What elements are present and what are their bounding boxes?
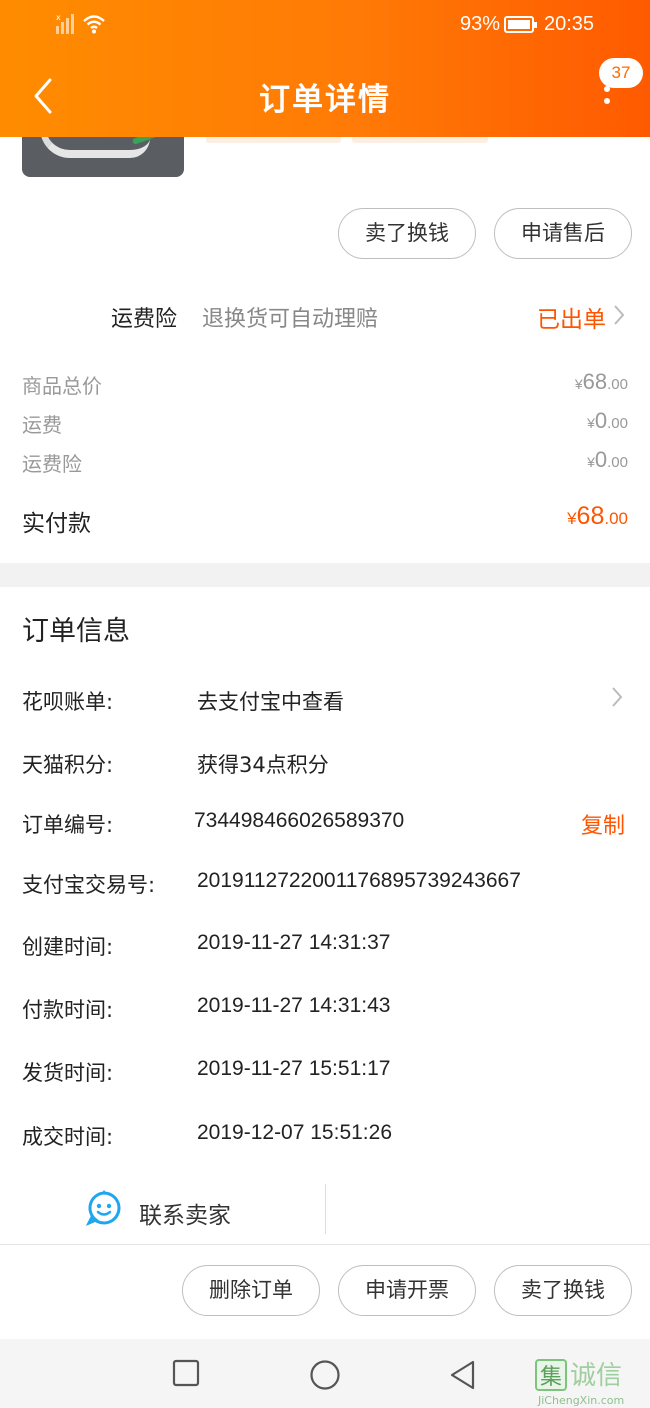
page-title: 订单详情 [259, 82, 391, 118]
goods-total-value: ¥68.00 [574, 369, 628, 394]
order-number-label: 订单编号: [22, 813, 114, 837]
chevron-right-icon [614, 305, 625, 325]
svg-text:x: x [56, 14, 61, 22]
watermark-logo: 集 诚信 JiChengXin.com [535, 1359, 624, 1407]
svg-text:集: 集 [540, 1365, 562, 1390]
order-info-title: 订单信息 [22, 616, 130, 647]
huabei-value[interactable]: 去支付宝中查看 [197, 686, 344, 716]
shipped-time-label: 发货时间: [22, 1061, 114, 1085]
svg-text:JiChengXin.com: JiChengXin.com [537, 1394, 624, 1407]
paid-amount-value: ¥68.00 [567, 502, 628, 530]
message-count-badge: 37 [599, 58, 643, 88]
alipay-trade-value: 2019112722001176895739243667 [197, 869, 521, 892]
alipay-trade-label: 支付宝交易号: [22, 873, 156, 897]
more-menu-button[interactable] [592, 86, 622, 116]
paid-amount-label: 实付款 [22, 511, 91, 537]
shipping-label: 运费 [22, 413, 62, 437]
shipping-insurance-value: ¥0.00 [587, 447, 628, 472]
paid-time-label: 付款时间: [22, 998, 114, 1022]
contact-seller-button[interactable]: 联系卖家 [139, 1196, 231, 1230]
completed-time-value: 2019-12-07 15:51:26 [197, 1121, 392, 1144]
app-header: x 93% 20:35 订单详情 37 [0, 0, 650, 137]
shipping-value: ¥0.00 [587, 408, 628, 433]
battery-icon [504, 16, 537, 33]
insurance-desc: 退换货可自动理赔 [202, 307, 379, 332]
section-divider [0, 563, 650, 587]
created-time-label: 创建时间: [22, 935, 114, 959]
copy-order-number-button[interactable]: 复制 [581, 808, 625, 840]
order-action-bar: 删除订单 申请开票 卖了换钱 [0, 1244, 650, 1339]
status-bar: x 93% 20:35 [0, 0, 650, 50]
home-icon[interactable] [309, 1359, 341, 1391]
points-label: 天猫积分: [22, 753, 114, 777]
shipping-insurance-label: 运费险 [22, 452, 82, 476]
back-nav-icon[interactable] [448, 1359, 476, 1391]
goods-total-label: 商品总价 [22, 374, 102, 398]
insurance-status: 已出单 [537, 307, 606, 333]
wifi-icon [83, 15, 105, 34]
points-value: 获得34点积分 [197, 753, 329, 777]
sell-for-cash-footer-button[interactable]: 卖了换钱 [494, 1265, 632, 1316]
svg-text:诚信: 诚信 [570, 1361, 622, 1391]
signal-icon: x [56, 14, 74, 34]
huabei-label: 花呗账单: [22, 690, 114, 714]
battery-percent: 93% [460, 13, 501, 35]
paid-time-value: 2019-11-27 14:31:43 [197, 994, 391, 1017]
completed-time-label: 成交时间: [22, 1125, 114, 1149]
after-sale-button[interactable]: 申请售后 [494, 208, 632, 259]
sell-for-cash-button[interactable]: 卖了换钱 [338, 208, 476, 259]
status-clock: 20:35 [544, 13, 595, 35]
order-number-value: 734498466026589370 [194, 809, 405, 832]
delete-order-button[interactable]: 删除订单 [182, 1265, 320, 1316]
insurance-label: 运费险 [111, 307, 178, 332]
contact-seller-bar: 联系卖家 [0, 1180, 650, 1244]
shipped-time-value: 2019-11-27 15:51:17 [197, 1057, 391, 1080]
request-invoice-button[interactable]: 申请开票 [338, 1265, 476, 1316]
created-time-value: 2019-11-27 14:31:37 [197, 931, 391, 954]
chat-bubble-icon[interactable] [86, 1190, 122, 1226]
divider [325, 1184, 326, 1234]
chevron-right-icon[interactable] [610, 686, 624, 708]
recent-apps-icon[interactable] [172, 1359, 200, 1387]
